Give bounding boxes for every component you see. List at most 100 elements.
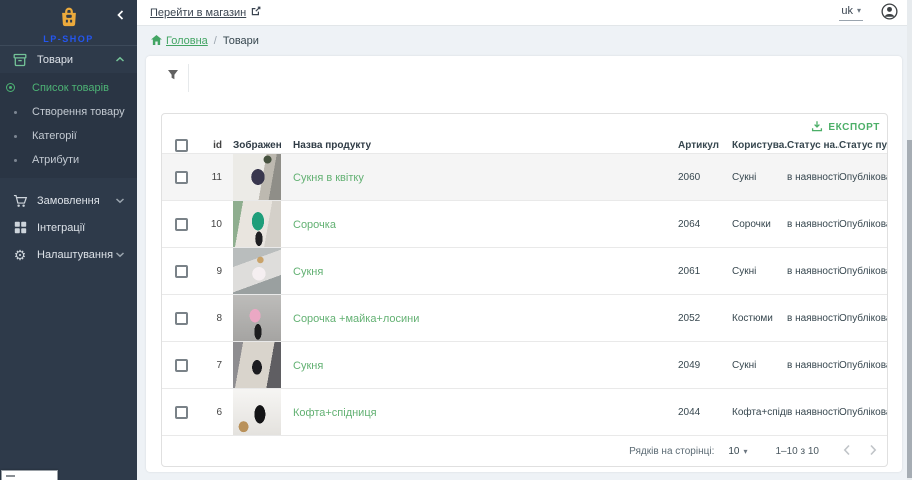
column-header-stock-status[interactable]: Статус на...: [787, 140, 839, 151]
row-id: 11: [200, 172, 222, 183]
product-name-link[interactable]: Сорочка: [293, 219, 336, 231]
sidebar-item-product-list[interactable]: Список товарів: [0, 76, 137, 100]
external-link-icon: [251, 6, 261, 19]
row-checkbox[interactable]: [175, 171, 188, 184]
sidebar-item-categories[interactable]: Категорії: [0, 124, 137, 148]
breadcrumb-home-link[interactable]: Головна: [151, 35, 208, 48]
sidebar-item-settings[interactable]: Налаштування: [0, 241, 137, 268]
row-id: 7: [200, 360, 222, 371]
table-row[interactable]: 7 Сукня 2049 Сукні в наявності Опубліков…: [162, 341, 887, 388]
product-photo[interactable]: [233, 342, 281, 388]
sidebar-item-label: Замовлення: [37, 195, 115, 207]
dot-icon: [14, 111, 17, 114]
language-select[interactable]: uk: [839, 5, 863, 21]
previous-page-button[interactable]: [843, 444, 851, 459]
filter-button[interactable]: [167, 69, 179, 84]
chevron-left-icon: [116, 8, 125, 23]
product-photo[interactable]: [233, 201, 281, 247]
row-sku: 2060: [678, 172, 732, 183]
product-name-link[interactable]: Сукня: [293, 266, 323, 278]
chevron-down-icon: [115, 251, 125, 258]
sidebar-item-integrations[interactable]: Інтеграції: [0, 214, 137, 241]
language-value: uk: [841, 5, 853, 17]
row-publish-status: Опубліковано: [839, 313, 887, 324]
product-name-link[interactable]: Сукня в квітку: [293, 172, 364, 184]
product-name-link[interactable]: Кофта+спідниця: [293, 407, 377, 419]
row-sku: 2049: [678, 360, 732, 371]
product-name-link[interactable]: Сукня: [293, 360, 323, 372]
go-to-store-link[interactable]: Перейти в магазин: [150, 6, 261, 19]
row-category: Костюми: [732, 313, 787, 324]
export-button[interactable]: ЕКСПОРТ: [811, 120, 880, 135]
account-button[interactable]: [881, 3, 898, 23]
row-publish-status: Опубліковано: [839, 266, 887, 277]
products-submenu: Список товарів Створення товару Категорі…: [0, 73, 137, 178]
table-row[interactable]: 6 Кофта+спідниця 2044 Кофта+спідниці в н…: [162, 388, 887, 435]
product-photo[interactable]: [233, 248, 281, 294]
column-header-sku[interactable]: Артикул: [678, 140, 732, 151]
breadcrumb: Головна / Товари: [137, 27, 904, 55]
table-header-row: id Зображення Назва продукту Артикул Кор…: [162, 137, 887, 153]
column-header-name[interactable]: Назва продукту: [281, 140, 678, 151]
table-footer: Рядків на сторінці: 10 1–10 з 10: [162, 435, 887, 466]
product-photo[interactable]: [233, 295, 281, 341]
submenu-item-label: Категорії: [32, 130, 77, 142]
row-checkbox[interactable]: [175, 312, 188, 325]
table-row[interactable]: 9 Сукня 2061 Сукні в наявності Опубліков…: [162, 247, 887, 294]
grid-apps-icon: [12, 221, 28, 234]
export-row: ЕКСПОРТ: [162, 114, 887, 137]
vertical-scrollbar[interactable]: [907, 0, 912, 480]
sidebar-nav: Товари Список товарів Створення товару К…: [0, 46, 137, 268]
row-sku: 2064: [678, 219, 732, 230]
column-header-id[interactable]: id: [200, 140, 222, 151]
row-checkbox[interactable]: [175, 218, 188, 231]
breadcrumb-separator: /: [214, 35, 217, 47]
table-row[interactable]: 10 Сорочка 2064 Сорочки в наявності Опуб…: [162, 200, 887, 247]
row-id: 10: [200, 219, 222, 230]
sidebar-item-label: Налаштування: [37, 249, 115, 261]
sidebar-item-create-product[interactable]: Створення товару: [0, 100, 137, 124]
status-tooltip: [1, 470, 58, 480]
row-stock-status: в наявності: [787, 172, 839, 183]
row-publish-status: Опубліковано: [839, 219, 887, 230]
row-checkbox[interactable]: [175, 265, 188, 278]
product-name-link[interactable]: Сорочка +майка+лосини: [293, 313, 419, 325]
product-photo[interactable]: [233, 154, 281, 200]
row-stock-status: в наявності: [787, 266, 839, 277]
download-icon: [811, 120, 823, 135]
row-sku: 2044: [678, 407, 732, 418]
chevron-right-icon: [869, 444, 877, 459]
shopping-cart-icon: [12, 194, 28, 208]
sidebar-item-attributes[interactable]: Атрибути: [0, 148, 137, 172]
row-sku: 2061: [678, 266, 732, 277]
sidebar-collapse-button[interactable]: [114, 6, 127, 25]
table-row[interactable]: 11 Сукня в квітку 2060 Сукні в наявності…: [162, 153, 887, 200]
column-header-publish-status[interactable]: Статус пу...: [839, 140, 887, 151]
gear-icon: [12, 248, 28, 262]
shop-bag-icon: [58, 6, 80, 33]
sidebar-item-products[interactable]: Товари: [0, 46, 137, 73]
products-box-icon: [12, 53, 28, 67]
row-sku: 2052: [678, 313, 732, 324]
chevron-up-icon: [115, 56, 125, 63]
row-id: 6: [200, 407, 222, 418]
breadcrumb-current: Товари: [223, 35, 259, 47]
chevron-down-icon: [115, 197, 125, 204]
select-all-checkbox[interactable]: [175, 139, 188, 152]
main-panel: ЕКСПОРТ id Зображення Назва продукту Арт…: [146, 56, 902, 472]
row-publish-status: Опубліковано: [839, 172, 887, 183]
next-page-button[interactable]: [869, 444, 877, 459]
scrollbar-thumb[interactable]: [907, 140, 912, 478]
column-header-image[interactable]: Зображення: [222, 140, 281, 151]
rows-per-page-select[interactable]: 10: [728, 446, 747, 457]
row-category: Кофта+спідниці: [732, 407, 787, 418]
product-photo[interactable]: [233, 389, 281, 435]
column-header-user[interactable]: Користува...: [732, 140, 787, 151]
row-checkbox[interactable]: [175, 359, 188, 372]
radio-selected-icon: [6, 83, 15, 92]
sidebar-item-orders[interactable]: Замовлення: [0, 187, 137, 214]
row-checkbox[interactable]: [175, 406, 188, 419]
table-row[interactable]: 8 Сорочка +майка+лосини 2052 Костюми в н…: [162, 294, 887, 341]
pagination-range: 1–10 з 10: [775, 446, 819, 457]
row-publish-status: Опубліковано: [839, 407, 887, 418]
